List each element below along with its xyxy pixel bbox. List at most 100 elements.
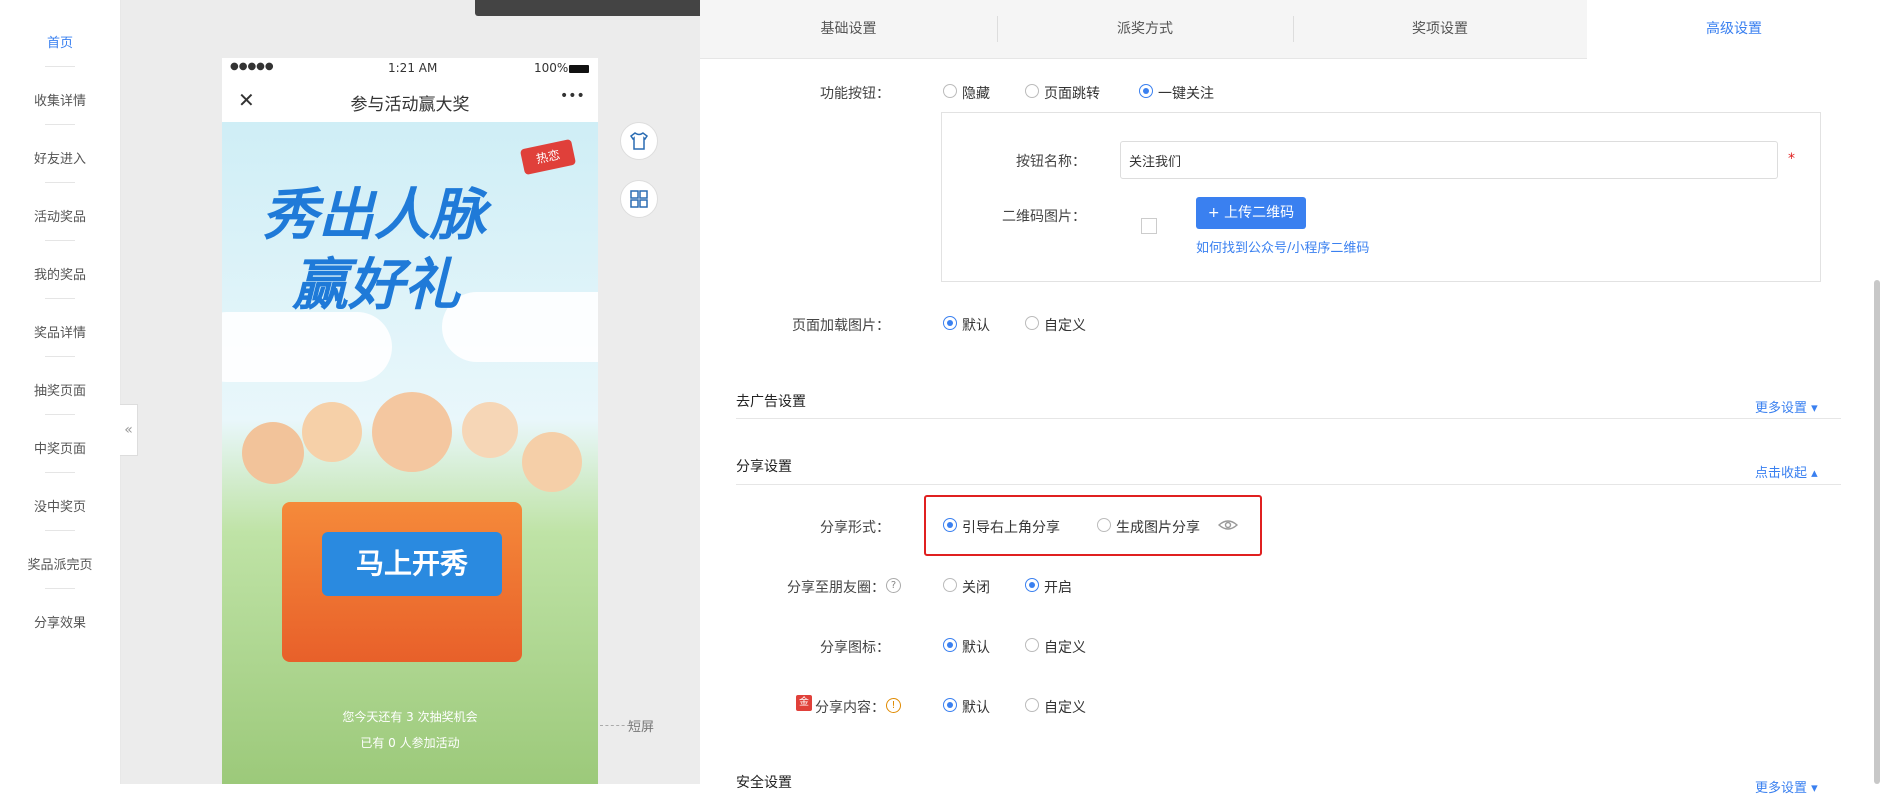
poster-image: 热恋 秀出人脉 赢好礼 马上开秀 您今天还有 3 次抽奖机会 已有 0 人参加活…: [222, 122, 598, 784]
status-bar: ●●●●● 1:21 AM 100%: [222, 58, 598, 80]
moments-on-label[interactable]: 开启: [1044, 577, 1072, 597]
nav-divider: [45, 414, 75, 415]
phone-preview: ●●●●● 1:21 AM 100% ✕ 参与活动赢大奖 ••• 热恋 秀出人脉…: [222, 58, 598, 784]
warning-icon[interactable]: !: [886, 698, 901, 713]
share-content-custom-label[interactable]: 自定义: [1044, 697, 1086, 717]
participants-text: 已有 0 人参加活动: [360, 736, 460, 750]
share-icon-custom-radio[interactable]: [1025, 638, 1039, 652]
poster-badge: 热恋: [519, 138, 577, 176]
tab-prize-settings[interactable]: 奖项设置: [1293, 0, 1587, 59]
button-name-input[interactable]: [1120, 141, 1778, 179]
nav-divider: [45, 472, 75, 473]
status-time: 1:21 AM: [388, 61, 438, 75]
loading-custom-label[interactable]: 自定义: [1044, 315, 1086, 335]
lottery-chances-text: 您今天还有 3 次抽奖机会: [342, 710, 478, 724]
share-content-custom-radio[interactable]: [1025, 698, 1039, 712]
eye-icon[interactable]: [1217, 517, 1239, 537]
poster-headline-2: 赢好礼: [292, 253, 460, 318]
grid-icon[interactable]: [620, 180, 658, 218]
security-section-title: 安全设置: [736, 775, 792, 791]
left-nav: 首页 收集详情 好友进入 活动奖品 我的奖品 奖品详情 抽奖页面 中奖页面 没中…: [0, 0, 121, 784]
tab-basic[interactable]: 基础设置: [700, 0, 997, 59]
func-jump-radio[interactable]: [1025, 84, 1039, 98]
follow-config-box: 按钮名称： * 二维码图片： + 上传二维码 如何找到公众号/小程序二维码: [941, 112, 1821, 282]
required-mark: *: [1788, 151, 1795, 167]
share-section-title: 分享设置: [736, 459, 792, 475]
share-guide-radio[interactable]: [943, 518, 957, 532]
short-screen-guide: [600, 725, 630, 726]
signal-icon: ●●●●●: [230, 61, 274, 72]
func-follow-radio[interactable]: [1139, 84, 1153, 98]
share-guide-label[interactable]: 引导右上角分享: [962, 517, 1060, 537]
loading-default-radio[interactable]: [943, 316, 957, 330]
cloud-shape: [222, 312, 392, 382]
more-icon[interactable]: •••: [560, 88, 585, 104]
nav-divider: [45, 530, 75, 531]
poster-headline-1: 秀出人脉: [262, 183, 486, 248]
func-hide-label[interactable]: 隐藏: [962, 83, 990, 103]
tab-advanced[interactable]: 高级设置: [1587, 0, 1881, 58]
nav-item-prize-out-page[interactable]: 奖品派完页: [0, 554, 120, 573]
scrollbar-thumb[interactable]: [1874, 280, 1880, 784]
nav-divider: [45, 298, 75, 299]
func-jump-label[interactable]: 页面跳转: [1044, 83, 1100, 103]
share-content-default-label[interactable]: 默认: [962, 697, 990, 717]
nav-divider: [45, 182, 75, 183]
phone-nav-bar: ✕ 参与活动赢大奖 •••: [222, 80, 598, 120]
collapse-sidebar-button[interactable]: «: [120, 404, 138, 456]
nav-divider: [45, 240, 75, 241]
nav-item-my-prize[interactable]: 我的奖品: [0, 264, 120, 283]
battery-level: 100%: [534, 61, 569, 75]
help-icon[interactable]: ?: [886, 578, 901, 593]
battery-icon: [569, 65, 589, 73]
nav-item-lottery-page[interactable]: 抽奖页面: [0, 380, 120, 399]
moments-off-label[interactable]: 关闭: [962, 577, 990, 597]
start-show-button[interactable]: 马上开秀: [322, 532, 502, 596]
loading-custom-radio[interactable]: [1025, 316, 1039, 330]
func-follow-label[interactable]: 一键关注: [1158, 83, 1214, 103]
section-divider: [736, 418, 1841, 419]
share-moments-label: 分享至朋友圈：: [787, 580, 885, 596]
share-image-label[interactable]: 生成图片分享: [1116, 517, 1200, 537]
cloud-shape: [442, 292, 598, 362]
tab-divider: [1293, 16, 1294, 42]
moments-off-radio[interactable]: [943, 578, 957, 592]
share-content-label: 分享内容：: [815, 700, 885, 716]
nav-divider: [45, 124, 75, 125]
share-icon-default-radio[interactable]: [943, 638, 957, 652]
nav-divider: [45, 588, 75, 589]
nav-item-share-effect[interactable]: 分享效果: [0, 612, 120, 631]
ad-more-settings-link[interactable]: 更多设置 ▾: [1755, 397, 1818, 416]
nav-item-prize-detail[interactable]: 奖品详情: [0, 322, 120, 341]
phone-title: 参与活动赢大奖: [350, 95, 470, 115]
nav-item-collect-detail[interactable]: 收集详情: [0, 90, 120, 109]
shirt-icon[interactable]: [620, 122, 658, 160]
share-icon-custom-label[interactable]: 自定义: [1044, 637, 1086, 657]
loading-default-label[interactable]: 默认: [962, 315, 990, 335]
button-name-label: 按钮名称：: [1016, 154, 1086, 170]
nav-item-win-page[interactable]: 中奖页面: [0, 438, 120, 457]
share-collapse-link[interactable]: 点击收起 ▴: [1755, 462, 1818, 481]
nav-item-lose-page[interactable]: 没中奖页: [0, 496, 120, 515]
share-icon-default-label[interactable]: 默认: [962, 637, 990, 657]
nav-item-friend-enter[interactable]: 好友进入: [0, 148, 120, 167]
nav-item-activity-prize[interactable]: 活动奖品: [0, 206, 120, 225]
nav-item-home[interactable]: 首页: [0, 32, 120, 51]
qr-image-placeholder-icon: [1141, 218, 1157, 234]
share-content-default-radio[interactable]: [943, 698, 957, 712]
upload-qr-button[interactable]: + 上传二维码: [1196, 197, 1306, 229]
security-more-settings-link[interactable]: 更多设置 ▾: [1755, 777, 1818, 796]
share-image-radio[interactable]: [1097, 518, 1111, 532]
share-icon-label: 分享图标：: [820, 640, 890, 656]
tab-prize-method[interactable]: 派奖方式: [997, 0, 1293, 59]
ad-section-title: 去广告设置: [736, 394, 806, 410]
qr-help-link[interactable]: 如何找到公众号/小程序二维码: [1196, 237, 1369, 256]
nav-divider: [45, 356, 75, 357]
settings-panel: 基础设置 派奖方式 奖项设置 高级设置 功能按钮： 隐藏 页面跳转 一键关注 按…: [700, 0, 1881, 796]
tab-divider: [997, 16, 998, 42]
moments-on-radio[interactable]: [1025, 578, 1039, 592]
func-hide-radio[interactable]: [943, 84, 957, 98]
func-button-label: 功能按钮：: [820, 86, 890, 102]
qr-image-label: 二维码图片：: [1002, 209, 1086, 225]
loading-image-label: 页面加载图片：: [792, 318, 890, 334]
